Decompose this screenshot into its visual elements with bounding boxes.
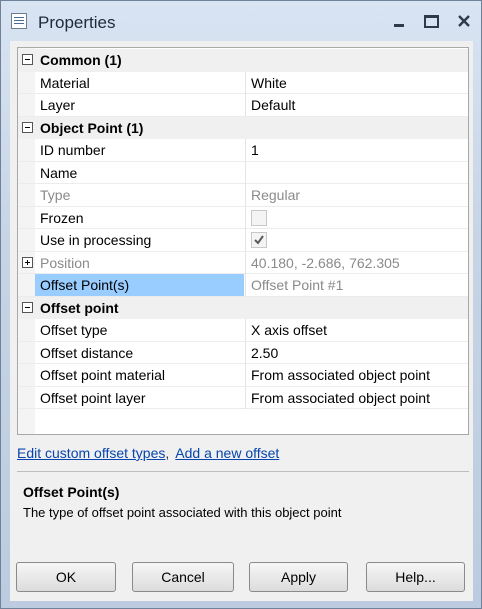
property-row-type[interactable]: Type Regular (18, 184, 468, 207)
property-value[interactable]: X axis offset (245, 319, 467, 341)
property-value[interactable]: White (245, 71, 467, 94)
expand-icon[interactable] (22, 256, 33, 268)
title-bar[interactable]: Properties (1, 1, 481, 41)
description-panel: Offset Point(s) The type of offset point… (17, 471, 469, 554)
window-title: Properties (38, 13, 116, 32)
maximize-button[interactable] (418, 10, 444, 32)
property-row-id-number[interactable]: ID number 1 (18, 139, 468, 162)
collapse-icon[interactable] (22, 301, 33, 313)
property-label: Frozen (40, 209, 84, 226)
edit-custom-offset-types-link[interactable]: Edit custom offset types (17, 445, 165, 461)
property-value[interactable]: Default (245, 94, 467, 116)
minimize-icon (394, 23, 404, 27)
property-label: ID number (40, 142, 106, 158)
property-value[interactable]: From associated object point (245, 386, 467, 409)
property-value[interactable]: 2.50 (245, 341, 467, 364)
properties-window: Properties Common (1) Material White Lay… (0, 0, 482, 609)
category-title: Common (1) (40, 52, 122, 68)
property-row-material[interactable]: Material White (18, 71, 468, 94)
dialog-client-area: Common (1) Material White Layer Default … (10, 41, 473, 601)
add-new-offset-link[interactable]: Add a new offset (175, 445, 279, 461)
property-value (245, 206, 467, 229)
dialog-buttons: OK Cancel Apply Help... (10, 562, 473, 596)
property-row-offset-point-layer[interactable]: Offset point layer From associated objec… (18, 386, 468, 409)
properties-app-icon (11, 13, 27, 29)
property-label: Material (40, 74, 90, 91)
link-separator: , (165, 445, 170, 461)
property-value: Regular (245, 184, 467, 206)
property-row-layer[interactable]: Layer Default (18, 94, 468, 117)
checkmark-icon (254, 235, 264, 245)
help-button[interactable]: Help... (366, 562, 465, 592)
property-label: Offset Point(s) (35, 274, 244, 296)
close-icon (458, 15, 470, 27)
property-row-frozen[interactable]: Frozen (18, 206, 468, 229)
property-value[interactable] (245, 161, 467, 184)
property-row-offset-point-material[interactable]: Offset point material From associated ob… (18, 364, 468, 387)
property-label: Type (40, 187, 71, 203)
property-value[interactable]: Offset Point #1 (245, 274, 467, 296)
cancel-button[interactable]: Cancel (132, 562, 234, 592)
property-value[interactable]: 1 (245, 139, 467, 161)
property-label: Offset point material (40, 367, 166, 383)
property-label: Use in processing (40, 232, 152, 248)
category-object-point[interactable]: Object Point (1) (18, 116, 468, 139)
property-label: Position (40, 254, 90, 271)
collapse-icon[interactable] (22, 121, 33, 133)
category-title: Object Point (1) (40, 119, 144, 136)
property-label: Name (40, 164, 78, 181)
command-links: Edit custom offset types, Add a new offse… (17, 445, 279, 461)
apply-button[interactable]: Apply (249, 562, 348, 592)
category-common[interactable]: Common (1) (18, 49, 468, 72)
category-title: Offset point (40, 299, 119, 316)
property-row-offset-type[interactable]: Offset type X axis offset (18, 319, 468, 342)
property-row-offset-points[interactable]: Offset Point(s) Offset Point #1 (18, 274, 468, 297)
ok-button[interactable]: OK (16, 562, 116, 592)
property-value[interactable]: From associated object point (245, 364, 467, 386)
minimize-button[interactable] (386, 10, 412, 32)
property-row-position[interactable]: Position 40.180, -2.686, 762.305 (18, 251, 468, 274)
property-row-offset-distance[interactable]: Offset distance 2.50 (18, 341, 468, 364)
use-in-processing-checkbox[interactable] (251, 232, 267, 248)
property-label: Layer (40, 97, 76, 113)
property-value: 40.180, -2.686, 762.305 (245, 251, 467, 274)
property-row-name[interactable]: Name (18, 161, 468, 184)
property-row-use-in-processing[interactable]: Use in processing (18, 229, 468, 252)
maximize-icon (423, 14, 439, 28)
description-text: The type of offset point associated with… (23, 505, 342, 520)
frozen-checkbox[interactable] (251, 209, 267, 226)
property-value (245, 229, 467, 251)
close-button[interactable] (451, 10, 477, 32)
description-title: Offset Point(s) (23, 484, 120, 500)
category-offset-point[interactable]: Offset point (18, 296, 468, 319)
property-grid: Common (1) Material White Layer Default … (17, 47, 469, 435)
property-label: Offset distance (40, 344, 134, 361)
property-label: Offset type (40, 322, 108, 338)
collapse-icon[interactable] (22, 54, 33, 65)
property-label: Offset point layer (40, 389, 146, 406)
